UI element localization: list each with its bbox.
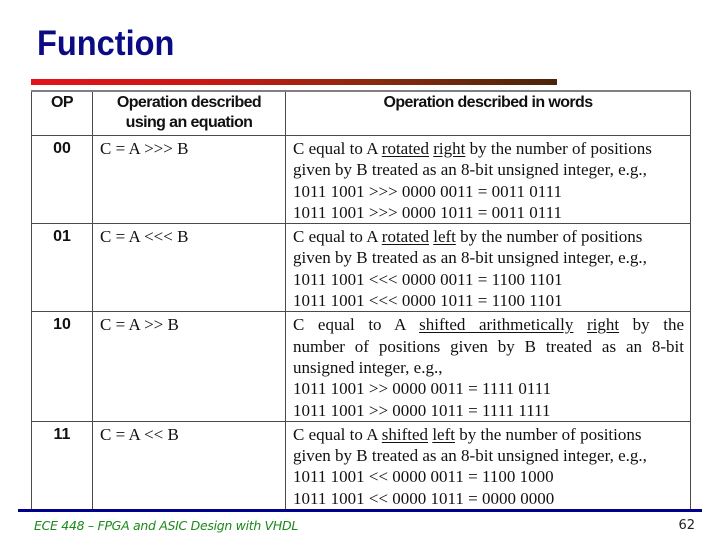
text: by the [619, 315, 685, 335]
example-line: 1011 1001 >>> 0000 0011 = 0011 0111 [293, 181, 562, 201]
op-code: 01 [31, 223, 93, 313]
underlined-term: shifted [381, 424, 429, 444]
description: C equal to A rotated right by the number… [285, 134, 691, 225]
description-line: C equal to A rotated left by the number … [293, 226, 684, 247]
example-line: 1011 1001 >> 0000 0011 = 1111 0111 [293, 379, 552, 399]
description-line: number of positions given by B treated a… [293, 336, 684, 356]
description-line: C equal to A rotated right by the number… [293, 138, 684, 159]
table-row: 00 C = A >>> B C equal to A rotated righ… [31, 134, 691, 225]
footer-course-title: ECE 448 – FPGA and ASIC Design with VHDL [34, 518, 299, 533]
function-table: OP Operation described using an equation… [31, 90, 691, 512]
op-code: 10 [31, 311, 93, 422]
description-line: given by B treated as an 8-bit unsigned … [293, 446, 647, 466]
description-line: given by B treated as an 8-bit unsigned … [293, 160, 647, 180]
equation: C = A >> B [92, 311, 286, 422]
page-number: 62 [678, 518, 695, 533]
title-underline-bar [31, 79, 557, 85]
text: C equal to A [293, 315, 420, 335]
example-line: 1011 1001 <<< 0000 1011 = 1100 1101 [293, 291, 563, 311]
text: C equal to A [293, 424, 382, 444]
op-code: 11 [31, 420, 93, 511]
underlined-direction: left [433, 227, 456, 247]
equation: C = A << B [92, 420, 286, 511]
function-table-container: OP Operation described using an equation… [31, 90, 691, 512]
table-header-row: OP Operation described using an equation… [31, 90, 691, 136]
example-line: 1011 1001 << 0000 0011 = 1100 1000 [293, 467, 554, 487]
underlined-term: shifted arithmetically [419, 315, 574, 335]
footer-divider [18, 509, 702, 512]
example-line: 1011 1001 >> 0000 1011 = 1111 1111 [293, 400, 551, 420]
text: by the number of positions [465, 139, 652, 158]
op-code: 00 [31, 134, 93, 225]
table-row: 01 C = A <<< B C equal to A rotated left… [31, 223, 691, 313]
example-line: 1011 1001 << 0000 1011 = 0000 0000 [293, 488, 555, 508]
underlined-direction: left [432, 424, 455, 444]
description-line: C equal to A shifted left by the number … [293, 424, 684, 445]
text: by the number of positions [455, 227, 643, 247]
text [573, 315, 587, 334]
table-row: 10 C = A >> B C equal to A shifted arith… [31, 311, 691, 422]
description: C equal to A rotated left by the number … [285, 223, 691, 313]
description-line: given by B treated as an 8-bit unsigned … [293, 248, 647, 268]
text: C equal to A [293, 139, 382, 158]
example-line: 1011 1001 <<< 0000 0011 = 1100 1101 [293, 269, 563, 289]
header-equation: Operation described using an equation [92, 90, 286, 136]
description: C equal to A shifted left by the number … [285, 420, 691, 511]
text: C equal to A [293, 227, 382, 247]
description-line: C equal to A shifted arithmetically righ… [293, 314, 684, 335]
slide-title: Function [37, 24, 175, 63]
underlined-direction: right [586, 315, 620, 335]
header-words: Operation described in words [285, 90, 691, 136]
equation: C = A >>> B [92, 134, 286, 225]
description: C equal to A shifted arithmetically righ… [285, 311, 691, 422]
equation: C = A <<< B [92, 223, 286, 313]
table-row: 11 C = A << B C equal to A shifted left … [31, 420, 691, 511]
underlined-direction: right [433, 139, 466, 158]
underlined-term: rotated [381, 227, 429, 247]
example-line: 1011 1001 >>> 0000 1011 = 0011 0111 [293, 202, 562, 222]
description-line: unsigned integer, e.g., [293, 357, 443, 377]
header-op: OP [31, 90, 93, 136]
text: by the number of positions [454, 424, 642, 444]
underlined-term: rotated [381, 139, 429, 158]
